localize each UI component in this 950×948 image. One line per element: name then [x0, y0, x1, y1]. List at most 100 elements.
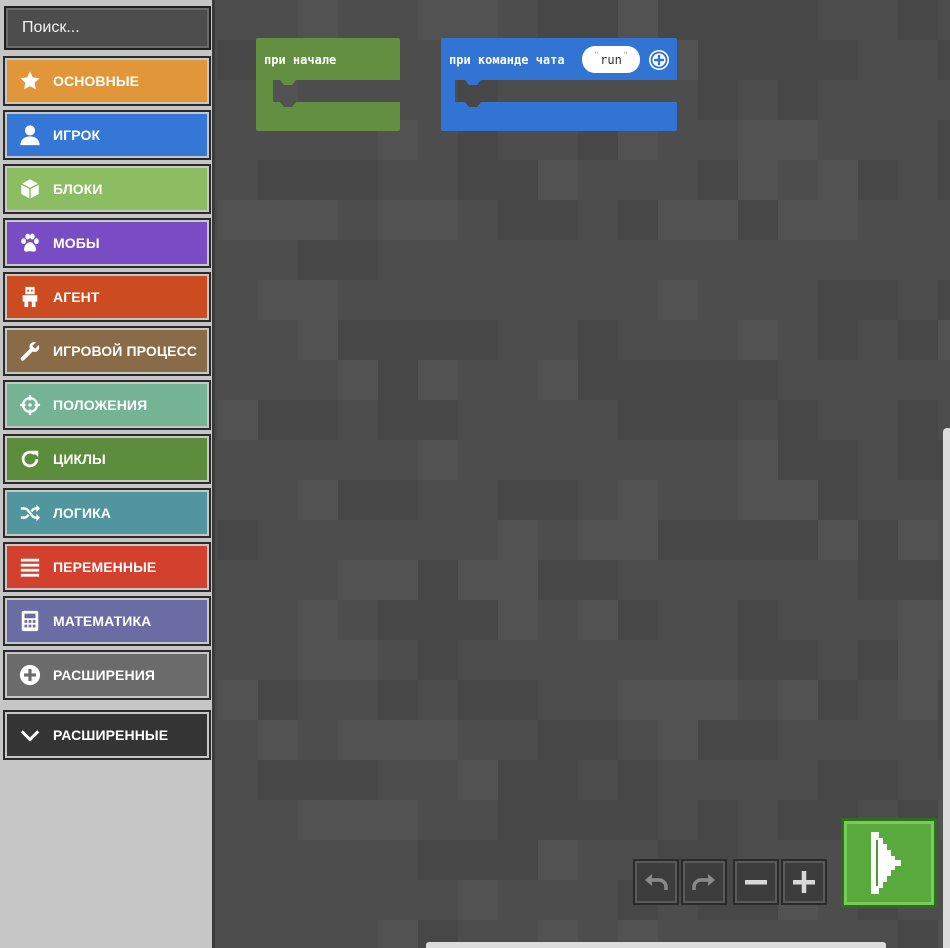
category-player[interactable]: ИГРОК: [3, 110, 211, 160]
background-tile: [498, 200, 578, 240]
background-tile: [618, 800, 658, 840]
background-tile: [738, 320, 778, 360]
background-tile: [818, 480, 858, 520]
background-tile: [778, 0, 818, 40]
toolbox: ОСНОВНЫЕ ИГРОК БЛОКИ МОБЫ: [0, 0, 248, 948]
category-label: ИГРОВОЙ ПРОЦЕСС: [53, 343, 198, 359]
background-tile: [618, 680, 658, 720]
background-tile: [498, 840, 538, 880]
category-math[interactable]: МАТЕМАТИКА: [3, 596, 211, 646]
zoom-out-button[interactable]: [733, 859, 779, 905]
background-tile: [698, 800, 738, 840]
category-label: ИГРОК: [53, 127, 101, 143]
category-label: МОБЫ: [53, 235, 100, 251]
background-tile: [418, 560, 458, 600]
background-tile: [578, 800, 618, 840]
category-label: ЦИКЛЫ: [53, 451, 106, 467]
category-label: РАСШИРЕННЫЕ: [53, 727, 169, 743]
redo-icon: [692, 874, 715, 890]
background-tile: [578, 520, 658, 560]
add-parameter-button[interactable]: [649, 50, 669, 70]
plus-circle-icon: [19, 664, 41, 686]
background-tile: [498, 760, 578, 800]
background-tile: [618, 480, 658, 520]
background-tile: [898, 0, 938, 40]
background-tile: [378, 400, 418, 440]
background-tile: [338, 480, 378, 520]
paw-icon: [19, 232, 41, 254]
background-tile: [698, 360, 778, 400]
category-label: БЛОКИ: [53, 181, 103, 197]
background-tile: [738, 520, 818, 560]
background-tile: [458, 880, 498, 920]
vertical-scrollbar[interactable]: [943, 428, 950, 948]
background-tile: [338, 760, 378, 800]
background-tile: [378, 200, 458, 240]
category-agent[interactable]: АГЕНТ: [3, 272, 211, 322]
background-tile: [418, 840, 498, 880]
background-tile: [618, 760, 658, 800]
background-tile: [578, 320, 618, 360]
search-box[interactable]: [4, 6, 248, 50]
redo-button[interactable]: [681, 859, 727, 905]
background-tile: [418, 320, 498, 360]
background-tile: [618, 200, 658, 240]
undo-icon: [645, 874, 668, 890]
chat-command-string-input[interactable]: " run ": [582, 46, 640, 73]
background-tile: [418, 360, 458, 400]
background-tile: [338, 720, 378, 760]
background-tile: [258, 280, 338, 320]
background-tile: [218, 40, 258, 80]
background-tile: [258, 200, 298, 240]
background-tile: [738, 120, 818, 160]
background-tile: [418, 440, 458, 480]
zoom-in-button[interactable]: [781, 859, 827, 905]
wrench-icon: [19, 340, 41, 362]
background-tile: [538, 840, 578, 880]
background-tile: [378, 560, 418, 600]
calculator-icon: [19, 610, 41, 632]
background-tile: [738, 600, 778, 640]
background-tile: [778, 200, 858, 240]
background-tile: [858, 160, 898, 200]
background-tile: [378, 800, 418, 840]
category-mobs[interactable]: МОБЫ: [3, 218, 211, 268]
background-tile: [458, 760, 498, 800]
background-tile: [298, 240, 378, 280]
background-tile: [378, 680, 418, 720]
category-basic[interactable]: ОСНОВНЫЕ: [3, 56, 211, 106]
chat-command-value: run: [600, 52, 622, 67]
run-button[interactable]: [841, 818, 937, 908]
shuffle-icon: [19, 502, 41, 524]
category-variables[interactable]: ПЕРЕМЕННЫЕ: [3, 542, 211, 592]
blocks-workspace[interactable]: при начале при команде чата " run ": [218, 0, 950, 948]
background-tile: [778, 480, 818, 520]
category-positions[interactable]: ПОЛОЖЕНИЯ: [3, 380, 211, 430]
background-tile: [298, 480, 338, 520]
category-extensions[interactable]: РАСШИРЕНИЯ: [3, 650, 211, 700]
background-tile: [778, 800, 818, 840]
background-tile: [298, 600, 338, 640]
background-tile: [698, 40, 778, 80]
category-loops[interactable]: ЦИКЛЫ: [3, 434, 211, 484]
category-label: ЛОГИКА: [53, 505, 111, 521]
background-tile: [458, 680, 538, 720]
on-chat-command-label: при команде чата: [449, 53, 565, 67]
category-advanced[interactable]: РАСШИРЕННЫЕ: [3, 710, 211, 760]
background-tile: [778, 680, 818, 720]
background-tile: [498, 160, 538, 200]
cube-icon: [19, 178, 41, 200]
category-gameplay[interactable]: ИГРОВОЙ ПРОЦЕСС: [3, 326, 211, 376]
background-tile: [738, 160, 778, 200]
background-tile: [858, 520, 898, 560]
background-tile: [498, 560, 538, 600]
background-tile: [778, 440, 818, 480]
category-logic[interactable]: ЛОГИКА: [3, 488, 211, 538]
category-blocks[interactable]: БЛОКИ: [3, 164, 211, 214]
background-tile: [378, 360, 418, 400]
horizontal-scrollbar[interactable]: [426, 942, 886, 948]
star-icon: [19, 70, 41, 92]
search-input[interactable]: [20, 18, 231, 38]
undo-button[interactable]: [633, 859, 679, 905]
person-icon: [19, 124, 41, 146]
